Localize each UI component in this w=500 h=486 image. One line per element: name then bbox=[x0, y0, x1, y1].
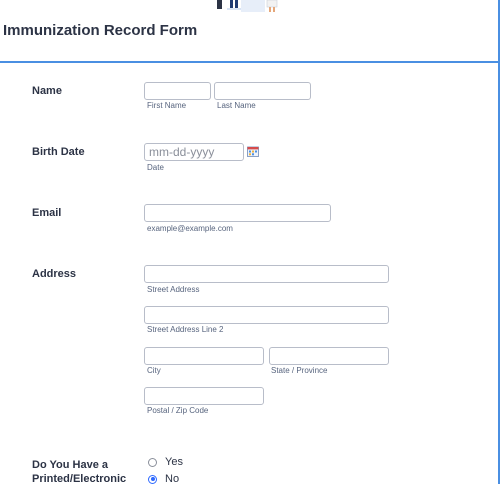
birth-date-input[interactable] bbox=[144, 143, 244, 161]
printed-record-label-line1: Do You Have a bbox=[32, 459, 109, 471]
street-address-line2-sublabel: Street Address Line 2 bbox=[147, 325, 224, 334]
street-address-sublabel: Street Address bbox=[147, 285, 200, 294]
form-title: Immunization Record Form bbox=[3, 22, 198, 39]
street-address-line2-input[interactable] bbox=[144, 306, 389, 324]
calendar-icon[interactable] bbox=[247, 146, 259, 157]
first-name-input[interactable] bbox=[144, 82, 211, 100]
radio-no-label[interactable]: No bbox=[165, 473, 179, 485]
printed-record-label: Do You Have a Printed/Electronic bbox=[32, 458, 126, 486]
radio-yes-label[interactable]: Yes bbox=[165, 456, 183, 468]
street-address-input[interactable] bbox=[144, 265, 389, 283]
address-label: Address bbox=[32, 268, 77, 280]
email-input[interactable] bbox=[144, 204, 331, 222]
header-divider bbox=[0, 61, 500, 63]
last-name-sublabel: Last Name bbox=[217, 101, 256, 110]
birth-date-label: Birth Date bbox=[32, 146, 85, 158]
state-province-input[interactable] bbox=[269, 347, 389, 365]
name-label: Name bbox=[32, 85, 62, 97]
radio-option-yes[interactable]: Yes bbox=[148, 455, 183, 469]
email-label: Email bbox=[32, 207, 62, 219]
postal-code-input[interactable] bbox=[144, 387, 264, 405]
radio-no[interactable] bbox=[148, 474, 157, 484]
last-name-input[interactable] bbox=[214, 82, 311, 100]
city-input[interactable] bbox=[144, 347, 264, 365]
email-sublabel: example@example.com bbox=[147, 224, 233, 233]
date-sublabel: Date bbox=[147, 163, 164, 172]
city-sublabel: City bbox=[147, 366, 161, 375]
postal-code-sublabel: Postal / Zip Code bbox=[147, 406, 209, 415]
state-province-sublabel: State / Province bbox=[271, 366, 328, 375]
radio-yes[interactable] bbox=[148, 457, 157, 467]
header-illustration bbox=[217, 0, 278, 12]
first-name-sublabel: First Name bbox=[147, 101, 187, 110]
